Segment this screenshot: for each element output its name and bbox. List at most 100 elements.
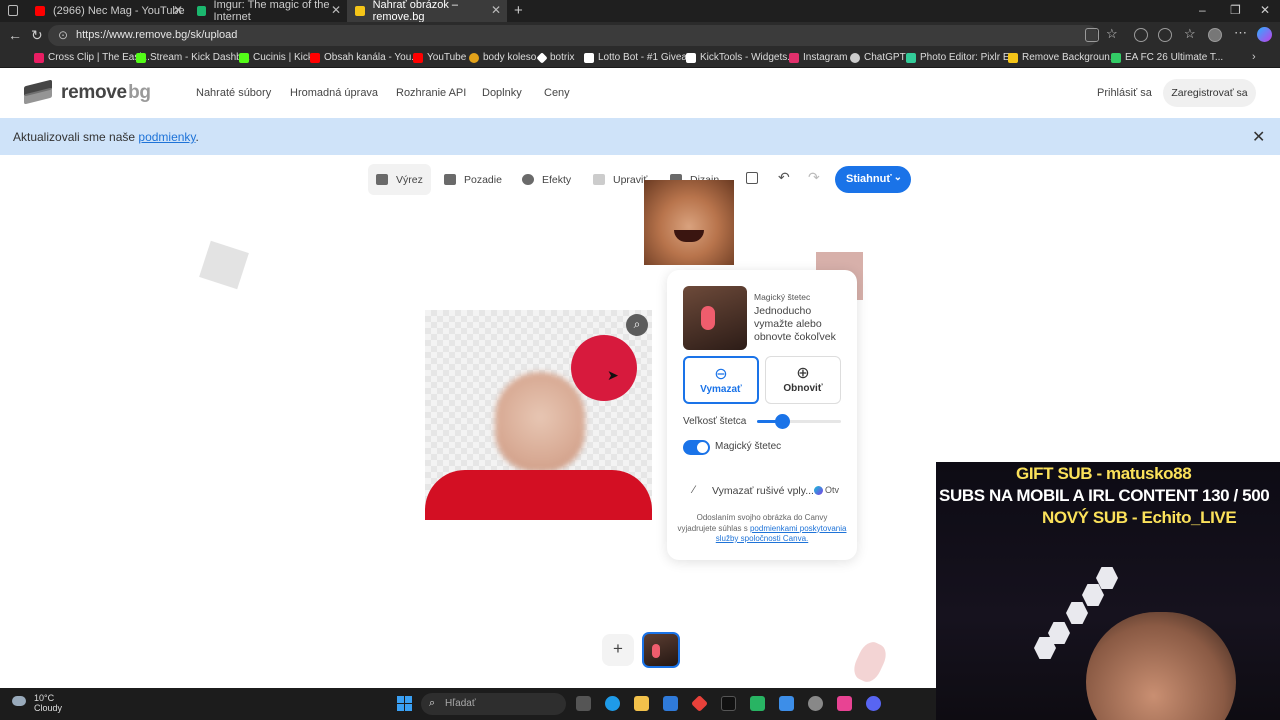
image-icon [444,174,456,185]
windows-taskbar: 10°C Cloudy ⌕ Hľadať [0,688,936,720]
instagram-icon [789,52,799,63]
nav-uploaded-files[interactable]: Nahraté súbory [196,87,271,99]
nav-pricing[interactable]: Ceny [544,87,570,99]
tool-effects[interactable]: Efekty [514,164,579,195]
close-window-icon[interactable]: ✕ [1260,3,1270,17]
app-icon[interactable] [837,696,852,711]
plus-circle-icon: ⊕ [796,365,810,382]
close-tab-icon[interactable]: ✕ [491,3,501,17]
tiktok-icon[interactable] [721,696,736,711]
erase-button[interactable]: ⊖ Vymazať [683,356,759,404]
remove-distractions-button[interactable]: Vymazať rušivé vply... [712,485,814,497]
close-tab-icon[interactable]: ✕ [173,3,183,17]
bookmark-item[interactable]: EA FC 26 Ultimate T... [1111,52,1223,63]
app-icon[interactable] [691,695,708,712]
bookmark-item[interactable]: Instagram [789,52,847,63]
zoom-icon[interactable]: ⌕ [626,314,648,336]
logo-text: remove bg [61,82,151,103]
extensions-icon[interactable] [1134,28,1148,42]
wheel-icon [469,52,479,63]
close-tab-icon[interactable]: ✕ [331,3,341,17]
tab-youtube[interactable]: (2966) Nec Mag - YouTube ✕ [27,0,189,22]
compare-icon[interactable] [746,172,758,184]
add-image-button[interactable]: + [602,634,634,666]
weather-widget[interactable]: 10°C Cloudy [12,693,62,713]
chevron-down-icon[interactable]: ⌄ [894,172,902,183]
edge-icon[interactable] [605,696,620,711]
url-field[interactable]: ⊙ https://www.remove.bg/sk/upload [48,25,1098,46]
copilot-icon[interactable] [1257,27,1272,42]
store-icon[interactable] [663,696,678,711]
bookmark-label: body koleso [483,52,537,63]
chatgpt-icon [850,52,860,63]
discord-icon[interactable] [866,696,881,711]
more-menu-icon[interactable]: ⋯ [1234,25,1247,41]
restore-button[interactable]: ⊕ Obnoviť [765,356,841,404]
bookmark-label: YouTube [427,52,467,63]
notes-icon[interactable] [750,696,765,711]
terms-link[interactable]: podmienky [138,130,195,144]
collections-icon[interactable] [1208,28,1222,42]
slider-knob[interactable] [775,414,791,429]
editor-toolbar: Výrez Pozadie Efekty Upraviť Dizajn ↶ ↷ … [368,164,914,195]
bookmark-item[interactable]: Cross Clip | The Easi... [34,52,150,63]
undo-icon[interactable]: ↶ [778,169,790,186]
search-placeholder: Hľadať [445,698,476,709]
more-bookmarks-icon[interactable]: › [1252,51,1256,63]
register-button[interactable]: Zaregistrovať sa [1163,79,1256,107]
bookmark-item[interactable]: ChatGPT [850,52,906,63]
bookmark-item[interactable]: Photo Editor: Pixlr E... [906,52,1018,63]
bookmark-item[interactable]: Stream - Kick Dashb... [136,52,250,63]
tool-label: Výrez [396,173,423,186]
login-link[interactable]: Prihlásiť sa [1097,87,1152,99]
canva-badge[interactable]: Otv [814,485,839,496]
image-thumbnail[interactable] [642,632,680,668]
file-explorer-icon[interactable] [634,696,649,711]
youtube-icon [310,52,320,63]
nav-addons[interactable]: Doplnky [482,87,522,99]
youtube-icon [35,6,45,16]
minimize-icon[interactable]: – [1199,3,1206,17]
favorites-icon[interactable]: ☆ [1184,26,1196,42]
nav-bulk-edit[interactable]: Hromadná úprava [290,87,378,99]
bookmark-item[interactable]: YouTube [413,52,466,63]
nav-api[interactable]: Rozhranie API [396,87,466,99]
tool-cutout[interactable]: Výrez [368,164,431,195]
bookmark-item[interactable]: Obsah kanála - You... [310,52,420,63]
performance-icon[interactable] [1158,28,1172,42]
effects-icon [522,174,534,185]
photos-icon[interactable] [779,696,794,711]
tab-actions-icon[interactable] [8,5,18,16]
taskbar-search[interactable]: ⌕ Hľadať [421,693,566,715]
url-text: https://www.remove.bg/sk/upload [76,29,238,41]
bookmark-item[interactable]: Cucinis | Kick [239,52,313,63]
app-icon[interactable] [808,696,823,711]
reader-mode-icon[interactable] [1085,28,1099,42]
task-view-icon[interactable] [576,696,591,711]
brush-size-label: Veľkosť štetca [683,416,747,427]
new-tab-button[interactable]: + [514,2,523,19]
reload-icon[interactable]: ↻ [31,27,43,44]
site-info-icon[interactable]: ⊙ [58,28,68,42]
maximize-icon[interactable]: ❐ [1230,3,1241,17]
bookmark-item[interactable]: body koleso [469,52,536,63]
tab-removebg[interactable]: Nahrať obrázok – remove.bg ✕ [347,0,507,23]
tab-title: Imgur: The magic of the Internet [213,0,330,23]
brush-size-slider[interactable] [757,414,841,429]
tool-background[interactable]: Pozadie [436,164,510,195]
bookmark-item[interactable]: KickTools - Widgets... [686,52,796,63]
favorite-star-icon[interactable]: ☆ [1106,26,1118,42]
close-banner-icon[interactable]: ✕ [1252,127,1265,147]
back-icon[interactable]: ← [8,27,22,43]
redo-icon[interactable]: ↷ [808,169,820,186]
bookmark-label: KickTools - Widgets... [700,52,796,63]
removebg-logo[interactable]: remove bg [24,79,151,105]
tab-imgur[interactable]: Imgur: The magic of the Internet ✕ [189,0,347,23]
bookmark-item[interactable]: botrix [536,51,574,64]
terms-update-banner: Aktualizovali sme naše podmienky. ✕ [0,118,1280,155]
magic-brush-toggle[interactable] [683,440,710,455]
bookmark-item[interactable]: Lotto Bot - #1 Givea... [584,52,695,63]
bookmark-item[interactable]: Remove Backgroun... [1008,52,1118,63]
start-icon[interactable] [397,696,412,711]
download-button[interactable]: Stiahnuť ⌄ [835,166,911,193]
